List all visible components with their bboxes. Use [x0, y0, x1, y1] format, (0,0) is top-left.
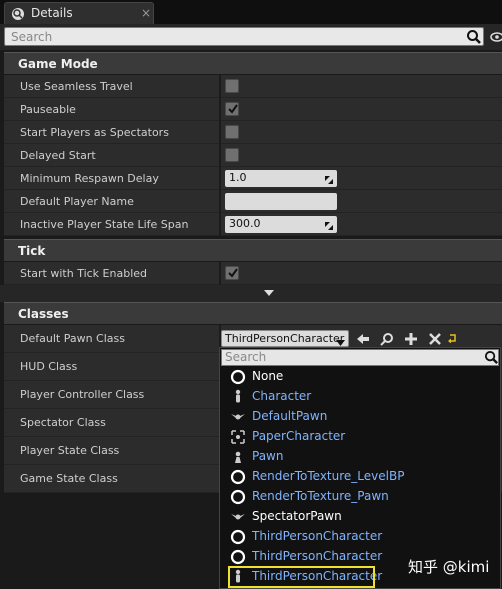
- property-label: Inactive Player State Life Span: [20, 218, 189, 231]
- property-label: Default Player Name: [20, 195, 134, 208]
- circle-icon: [230, 529, 246, 545]
- tab-title: Details: [31, 6, 73, 20]
- column-divider[interactable]: [219, 121, 221, 144]
- property-checkbox[interactable]: [225, 266, 239, 280]
- property-label: Default Pawn Class: [20, 332, 125, 345]
- class-option-label: Pawn: [252, 449, 284, 463]
- column-divider[interactable]: [219, 75, 221, 98]
- class-option[interactable]: DefaultPawn: [230, 407, 490, 427]
- use-selected-icon[interactable]: [356, 332, 370, 346]
- circle-icon: [230, 549, 246, 565]
- class-option-label: ThirdPersonCharacter: [252, 549, 383, 563]
- category-classes[interactable]: Classes: [4, 302, 502, 324]
- class-option-label: RenderToTexture_LevelBP: [252, 469, 405, 483]
- property-label: Delayed Start: [20, 149, 96, 162]
- class-option-label: Character: [252, 389, 312, 403]
- property-row: Start with Tick Enabled: [4, 262, 502, 285]
- category-game-mode[interactable]: Game Mode: [4, 52, 502, 74]
- column-divider[interactable]: [219, 98, 221, 121]
- category-tick[interactable]: Tick: [4, 239, 502, 261]
- property-checkbox[interactable]: [225, 125, 239, 139]
- selection-highlight: [228, 566, 375, 588]
- property-row: Minimum Respawn Delay 1.0: [4, 167, 502, 190]
- property-value: 1.0: [229, 171, 247, 184]
- tab-details[interactable]: Details ×: [4, 2, 154, 24]
- property-row: Pauseable: [4, 98, 502, 121]
- pawn-wings-icon: [230, 509, 246, 525]
- column-divider[interactable]: [219, 262, 221, 285]
- property-label: Minimum Respawn Delay: [20, 172, 159, 185]
- add-icon[interactable]: [404, 332, 418, 346]
- property-label: Player Controller Class: [20, 388, 145, 401]
- details-icon: [11, 7, 25, 21]
- property-label: Player State Class: [20, 444, 120, 457]
- reset-to-default-icon[interactable]: [448, 333, 458, 344]
- class-option-label: None: [252, 369, 284, 383]
- circle-icon: [230, 489, 246, 505]
- advanced-expander[interactable]: [0, 285, 502, 302]
- column-divider[interactable]: [219, 167, 221, 190]
- property-row: Inactive Player State Life Span 300.0: [4, 213, 502, 236]
- browse-icon[interactable]: [380, 332, 394, 346]
- class-option-label: RenderToTexture_Pawn: [252, 489, 389, 503]
- expand-arrow-icon: [264, 290, 274, 296]
- class-option[interactable]: SpectatorPawn: [230, 507, 490, 527]
- property-text-field[interactable]: [225, 193, 337, 210]
- class-option-label: DefaultPawn: [252, 409, 328, 423]
- property-row: Start Players as Spectators: [4, 121, 502, 144]
- property-number-field[interactable]: 1.0: [225, 170, 337, 187]
- pawn-icon: [230, 449, 246, 465]
- watermark: 知乎 @kimi: [408, 558, 490, 576]
- property-checkbox[interactable]: [225, 102, 239, 116]
- class-option-label: PaperCharacter: [252, 429, 346, 443]
- resize-grip-icon: [325, 174, 333, 184]
- property-row: Default Player Name: [4, 190, 502, 213]
- paper-icon: [230, 429, 246, 445]
- class-option[interactable]: Character: [230, 387, 490, 407]
- property-label: HUD Class: [20, 360, 78, 373]
- property-label: Game State Class: [20, 472, 118, 485]
- clear-icon[interactable]: [428, 332, 442, 346]
- class-option[interactable]: PaperCharacter: [230, 427, 490, 447]
- property-row: Delayed Start: [4, 144, 502, 167]
- default-pawn-class-combo[interactable]: ThirdPersonCharacter: [221, 330, 349, 347]
- class-option[interactable]: Pawn: [230, 447, 490, 467]
- column-divider[interactable]: [219, 144, 221, 167]
- view-options-icon[interactable]: [488, 26, 502, 48]
- circle-icon: [230, 469, 246, 485]
- property-number-field[interactable]: 300.0: [225, 216, 337, 233]
- property-row: Use Seamless Travel: [4, 75, 502, 98]
- circle-icon: [230, 369, 246, 385]
- class-option-label: SpectatorPawn: [252, 509, 342, 523]
- property-checkbox[interactable]: [225, 79, 239, 93]
- search-icon: [466, 29, 482, 45]
- property-value: 300.0: [229, 217, 261, 230]
- column-divider[interactable]: [219, 213, 221, 236]
- class-option[interactable]: ThirdPersonCharacter: [230, 527, 490, 547]
- search-input[interactable]: Search: [4, 27, 484, 46]
- class-option[interactable]: None: [230, 367, 490, 387]
- property-checkbox[interactable]: [225, 148, 239, 162]
- resize-grip-icon: [325, 220, 333, 230]
- pawn-wings-icon: [230, 409, 246, 425]
- property-label: Use Seamless Travel: [20, 80, 133, 93]
- class-picker-search-input[interactable]: Search: [221, 349, 499, 366]
- chevron-down-icon: [336, 336, 345, 346]
- class-option[interactable]: RenderToTexture_Pawn: [230, 487, 490, 507]
- search-icon: [484, 350, 499, 365]
- property-label: Spectator Class: [20, 416, 106, 429]
- character-icon: [230, 389, 246, 405]
- property-label: Pauseable: [20, 103, 76, 116]
- class-option-label: ThirdPersonCharacter: [252, 529, 383, 543]
- property-label: Start Players as Spectators: [20, 126, 169, 139]
- column-divider[interactable]: [219, 190, 221, 213]
- property-label: Start with Tick Enabled: [20, 267, 148, 280]
- class-option[interactable]: RenderToTexture_LevelBP: [230, 467, 490, 487]
- close-icon[interactable]: ×: [141, 6, 151, 20]
